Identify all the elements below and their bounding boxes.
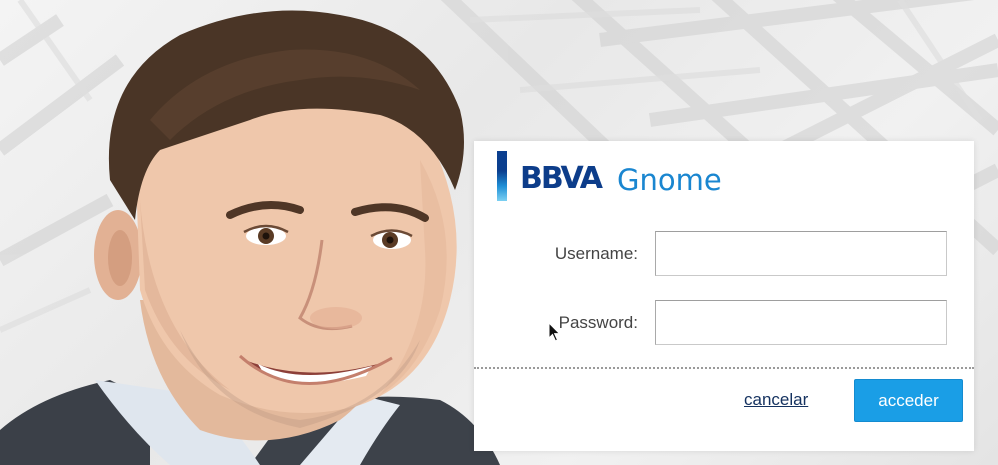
- username-input[interactable]: [655, 231, 947, 276]
- brand-header: BBVA Gnome: [497, 151, 757, 201]
- mouse-pointer-icon: [548, 322, 561, 342]
- bbva-logo-bar-icon: [497, 151, 507, 201]
- login-panel: BBVA Gnome Username: Password: cancelar …: [474, 141, 974, 451]
- submit-button[interactable]: acceder: [854, 379, 963, 422]
- form-divider: [474, 367, 974, 369]
- app-name: Gnome: [617, 163, 722, 197]
- password-input[interactable]: [655, 300, 947, 345]
- bbva-logo: BBVA: [520, 161, 603, 196]
- cancel-link[interactable]: cancelar: [744, 389, 808, 411]
- username-label: Username:: [554, 244, 638, 263]
- password-label: Password:: [558, 313, 638, 332]
